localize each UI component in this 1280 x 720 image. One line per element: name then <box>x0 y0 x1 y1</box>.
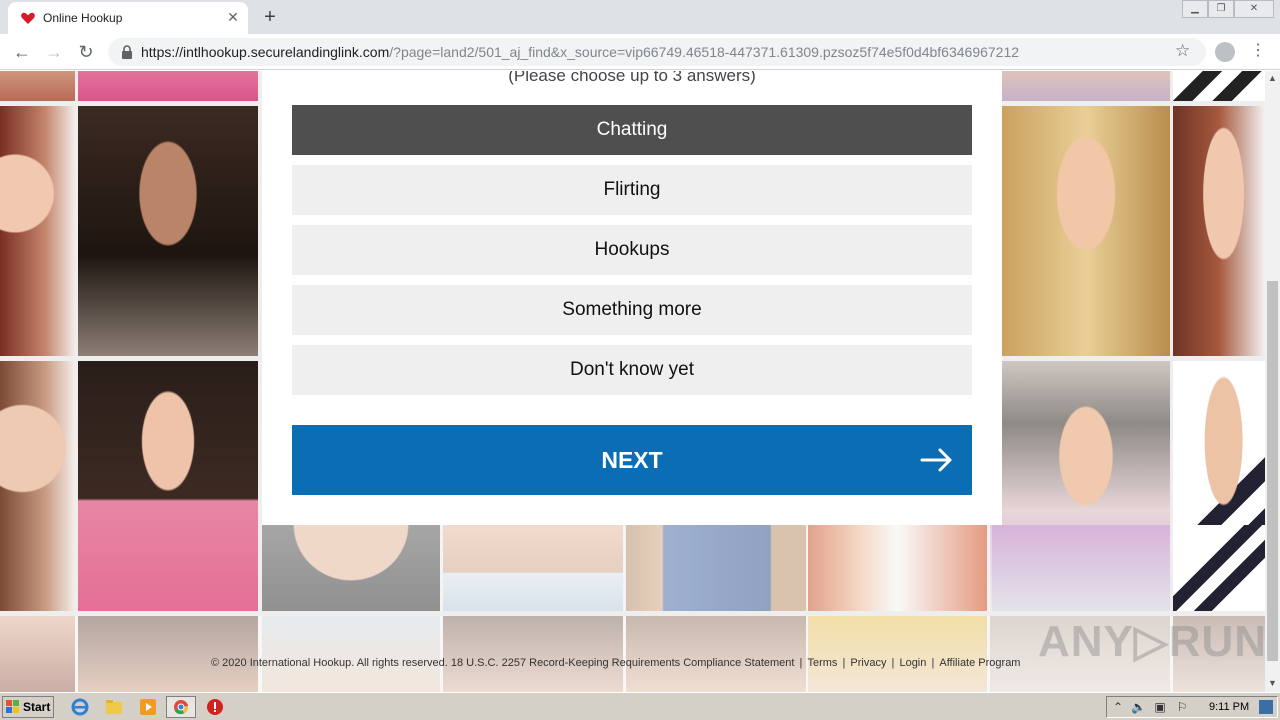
flag-icon[interactable]: ⚐ <box>1175 700 1189 714</box>
start-button[interactable]: Start <box>2 696 54 718</box>
window-close-button[interactable]: ✕ <box>1234 0 1274 18</box>
windows-taskbar: Start ⌃ 🔈 ▣ ⚐ 9:11 PM <box>0 692 1280 720</box>
close-tab-icon[interactable]: ✕ <box>225 9 241 25</box>
option-hookups[interactable]: Hookups <box>292 225 972 275</box>
network-icon[interactable]: ▣ <box>1153 700 1167 714</box>
tray-expand-icon[interactable]: ⌃ <box>1111 700 1125 714</box>
address-bar[interactable]: https://intlhookup.securelandinglink.com… <box>108 38 1206 66</box>
arrow-right-icon <box>920 448 952 472</box>
lock-icon <box>122 45 132 59</box>
profile-photo <box>1002 106 1170 356</box>
profile-photo <box>1002 71 1170 101</box>
login-link[interactable]: Login <box>899 657 926 669</box>
new-tab-button[interactable]: + <box>258 5 282 29</box>
media-player-icon[interactable] <box>138 697 158 717</box>
footer-separator: | <box>931 657 935 669</box>
scroll-down-arrow-icon[interactable]: ▼ <box>1265 676 1280 690</box>
quiz-card: (Please choose up to 3 answers) Chatting… <box>262 71 1002 525</box>
next-label: NEXT <box>601 447 663 473</box>
stop-icon[interactable] <box>205 697 225 717</box>
privacy-link[interactable]: Privacy <box>850 657 886 669</box>
page-viewport: (Please choose up to 3 answers) Chatting… <box>0 71 1265 692</box>
affiliate-link[interactable]: Affiliate Program <box>939 657 1020 669</box>
footer-separator: | <box>799 657 803 669</box>
chrome-icon <box>174 700 189 715</box>
clock[interactable]: 9:11 PM <box>1209 701 1249 713</box>
choose-hint: (Please choose up to 3 answers) <box>508 71 756 85</box>
chrome-taskbar-button[interactable] <box>166 696 196 718</box>
tab-strip: Online Hookup ✕ + ▁ ❐ ✕ <box>0 0 1280 34</box>
profile-photo <box>1173 525 1265 611</box>
profile-photo <box>78 106 258 356</box>
forward-arrow-icon[interactable]: → <box>42 40 66 64</box>
start-label: Start <box>23 700 51 714</box>
scroll-thumb[interactable] <box>1267 281 1278 661</box>
minimize-button[interactable]: ▁ <box>1182 0 1208 18</box>
heart-icon <box>21 12 35 24</box>
profile-photo <box>1173 71 1265 101</box>
vertical-scrollbar[interactable]: ▲ ▼ <box>1265 71 1280 692</box>
profile-photo <box>1173 106 1265 356</box>
option-flirting[interactable]: Flirting <box>292 165 972 215</box>
show-desktop-icon[interactable] <box>1259 700 1273 714</box>
browser-toolbar: ← → ↻ https://intlhookup.securelandingli… <box>0 34 1280 70</box>
profile-avatar-icon[interactable] <box>1215 42 1235 62</box>
back-arrow-icon[interactable]: ← <box>10 40 34 64</box>
anyrun-watermark: ANY▷RUN <box>1038 617 1265 666</box>
kebab-menu-icon[interactable]: ⋮ <box>1250 40 1266 60</box>
scroll-up-arrow-icon[interactable]: ▲ <box>1265 71 1280 85</box>
url-host: https://intlhookup.securelandinglink.com <box>141 44 390 60</box>
internet-explorer-icon[interactable] <box>70 697 90 717</box>
option-something-more[interactable]: Something more <box>292 285 972 335</box>
footer-separator: | <box>891 657 895 669</box>
footer-separator: | <box>842 657 846 669</box>
windows-flag-icon <box>6 700 19 713</box>
url-path: /?page=land2/501_aj_find&x_source=vip667… <box>389 44 1020 60</box>
terms-link[interactable]: Terms <box>807 657 837 669</box>
option-dont-know-yet[interactable]: Don't know yet <box>292 345 972 395</box>
profile-photo <box>990 525 1170 611</box>
restore-button[interactable]: ❐ <box>1208 0 1234 18</box>
option-chatting[interactable]: Chatting <box>292 105 972 155</box>
url-text: https://intlhookup.securelandinglink.com… <box>141 44 1019 60</box>
profile-photo <box>0 106 75 356</box>
page-footer: © 2020 International Hookup. All rights … <box>210 657 1021 669</box>
copyright-text[interactable]: © 2020 International Hookup. All rights … <box>211 657 794 669</box>
reload-icon[interactable]: ↻ <box>74 40 98 64</box>
next-button[interactable]: NEXT <box>292 425 972 495</box>
folder-icon[interactable] <box>104 697 124 717</box>
system-tray: ⌃ 🔈 ▣ ⚐ 9:11 PM <box>1106 696 1278 718</box>
profile-photo <box>78 71 258 101</box>
volume-icon[interactable]: 🔈 <box>1131 700 1146 714</box>
profile-photo <box>0 361 75 611</box>
browser-tab[interactable]: Online Hookup ✕ <box>8 2 248 34</box>
bookmark-star-icon[interactable]: ☆ <box>1175 41 1190 61</box>
tab-title: Online Hookup <box>43 11 123 25</box>
profile-photo <box>78 361 258 611</box>
photo-fade-overlay <box>262 525 992 611</box>
profile-photo <box>0 71 75 101</box>
